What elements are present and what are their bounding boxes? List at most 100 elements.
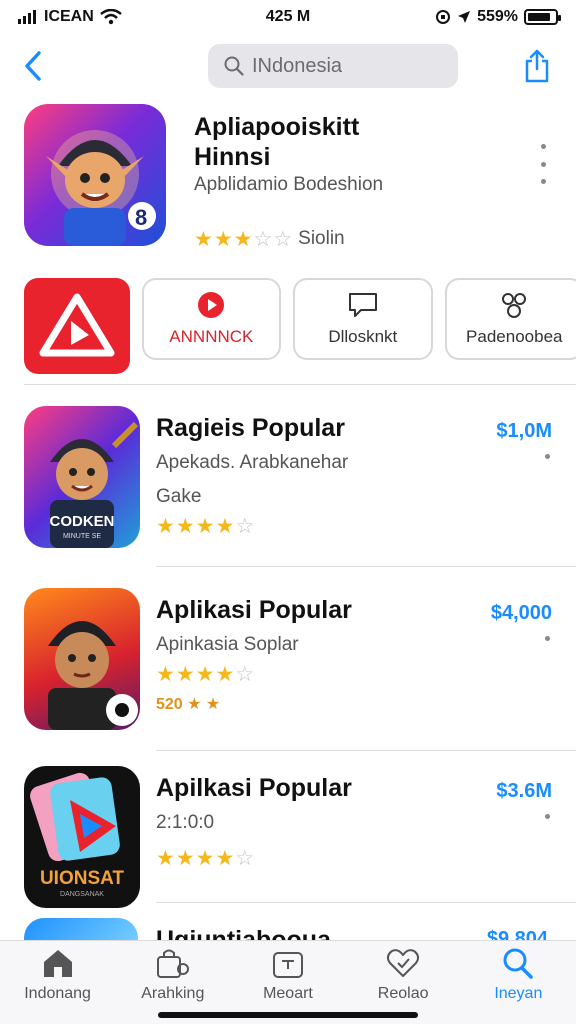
heart-icon: [387, 949, 420, 977]
chat-bubble-icon: [348, 293, 377, 317]
tab-search[interactable]: Ineyan: [463, 947, 573, 1024]
hero-app-icon[interactable]: 8: [24, 104, 166, 246]
market-icon: [272, 952, 303, 978]
list-item[interactable]: UIONSAT DANGSANAK Apilkasi Popular 2:1:0…: [24, 766, 556, 908]
divider: [156, 750, 576, 751]
divider: [156, 902, 576, 903]
phone-logo-icon: UIONSAT DANGSANAK: [30, 772, 124, 898]
tab-label: Reolao: [377, 985, 429, 1002]
search-icon: [503, 948, 534, 979]
app-stars: ★ ★ ★ ★ ☆: [156, 516, 254, 537]
star-empty-icon: ☆: [273, 227, 293, 251]
star-filled-icon: ★: [215, 847, 235, 870]
share-button[interactable]: [520, 46, 554, 86]
star-filled-icon: ★: [213, 227, 233, 251]
star-filled-icon: ★: [175, 847, 195, 870]
app-stars: ★ ★ ★ ★ ☆: [156, 848, 254, 869]
home-indicator[interactable]: [158, 1012, 418, 1018]
star-filled-icon: ★: [215, 515, 235, 538]
star-filled-icon: ★: [156, 847, 175, 870]
star-empty-icon: ☆: [235, 847, 255, 870]
hero-title: Apliapooiskitt Hinnsi: [194, 113, 360, 171]
star-filled-icon: ★: [215, 663, 235, 686]
brand-app-icon[interactable]: [24, 278, 130, 374]
app-stars: ★ ★ ★ ★ ☆: [156, 664, 254, 685]
app-icon[interactable]: [24, 588, 140, 730]
signal-icon: [18, 10, 36, 24]
location-icon: [458, 11, 471, 23]
dot-icon: [545, 636, 550, 641]
quick-action-label: Dllosknkt: [328, 327, 398, 346]
icon-subtext: MINUTE SE: [63, 533, 101, 540]
status-left: ICEAN: [18, 8, 122, 26]
star-filled-icon: ★: [194, 227, 213, 251]
carrier-label: ICEAN: [44, 8, 94, 25]
app-price[interactable]: $3.6M: [496, 780, 552, 803]
star-filled-icon: ★: [195, 663, 215, 686]
star-filled-icon: ★: [156, 663, 175, 686]
app-price[interactable]: $4,000: [491, 602, 552, 625]
icon-subtext: DANGSANAK: [60, 891, 104, 898]
quick-action-label: ANNNNCK: [169, 327, 254, 346]
tab-label: Ineyan: [494, 985, 543, 1002]
dot-icon: [540, 179, 546, 184]
star-filled-icon: ★: [175, 515, 195, 538]
battery-icon: [524, 9, 561, 25]
people-icon: [502, 293, 527, 318]
hero-icon-badge: 8: [135, 205, 147, 230]
character-icon: [48, 621, 138, 730]
app-subtitle: 2:1:0:0: [156, 812, 215, 833]
tab-home[interactable]: Indonang: [3, 947, 113, 1024]
star-filled-icon: ★: [195, 847, 215, 870]
quick-action-play[interactable]: ANNNNCK: [141, 278, 282, 360]
chevron-left-icon: [25, 51, 41, 81]
star-filled-icon: ★: [175, 663, 195, 686]
ranking-icon: [156, 949, 189, 978]
divider: [156, 566, 576, 567]
tab-label: Meoart: [263, 985, 313, 1002]
dot-icon: [540, 161, 546, 167]
share-icon: [525, 49, 549, 83]
tab-label: Indonang: [24, 985, 91, 1002]
tab-bar: Indonang Arahking Meoart Reolao Ineyan: [0, 940, 576, 1024]
star-filled-icon: ★: [233, 227, 253, 251]
home-icon: [43, 950, 72, 977]
icon-text: UIONSAT: [40, 868, 124, 889]
rotation-lock-icon: [436, 10, 451, 24]
search-icon: [224, 56, 244, 76]
hero-stars: ★ ★ ★ ☆ ☆: [194, 229, 292, 250]
hero-rating-label: Siolin: [298, 228, 345, 249]
star-empty-icon: ☆: [235, 515, 255, 538]
quick-action-label: Padenoobea: [466, 327, 563, 346]
hero-rating: ★ ★ ★ ☆ ☆ Siolin: [194, 228, 345, 250]
star-filled-icon: ★: [195, 515, 215, 538]
app-price[interactable]: $1,0M: [496, 420, 552, 443]
play-circle-icon: [198, 292, 225, 318]
list-item[interactable]: Aplikasi Popular Apinkasia Soplar ★ ★ ★ ★ ☆ …: [24, 588, 556, 730]
battery-percent: 559%: [477, 8, 518, 25]
icon-text: CODKEN: [49, 513, 114, 530]
dot-icon: [540, 144, 546, 149]
app-title: Apilkasi Popular: [156, 774, 352, 802]
divider: [24, 384, 576, 385]
app-icon[interactable]: UIONSAT DANGSANAK: [24, 766, 140, 908]
star-filled-icon: ★: [156, 515, 175, 538]
quick-action-message[interactable]: Dllosknkt: [293, 278, 433, 360]
app-extra-rating: 520 ★ ★: [156, 696, 221, 713]
character-icon: CODKEN MINUTE SE: [49, 421, 139, 548]
star-empty-icon: ☆: [253, 227, 273, 251]
character-icon: 8: [46, 130, 156, 246]
hero-app[interactable]: 8 Apliapooiskitt Hinnsi Apblidamio Bodes…: [24, 104, 556, 254]
status-bar: ICEAN 425 M 559%: [0, 0, 576, 34]
quick-actions-row: ANNNNCK Dllosknkt Padenoobea: [24, 278, 576, 374]
hero-subtitle: Apblidamio Bodeshion: [194, 174, 384, 195]
app-category: Gake: [156, 486, 202, 507]
status-right: 559%: [435, 8, 561, 26]
more-options-button[interactable]: [534, 144, 552, 184]
list-item[interactable]: CODKEN MINUTE SE Ragieis Popular Apekads…: [24, 406, 556, 548]
quick-action-people[interactable]: Padenoobea: [444, 278, 576, 360]
search-field[interactable]: INdonesia: [208, 44, 458, 88]
app-icon[interactable]: CODKEN MINUTE SE: [24, 406, 140, 548]
app-title: Ragieis Popular: [156, 414, 345, 442]
back-button[interactable]: [18, 46, 48, 86]
